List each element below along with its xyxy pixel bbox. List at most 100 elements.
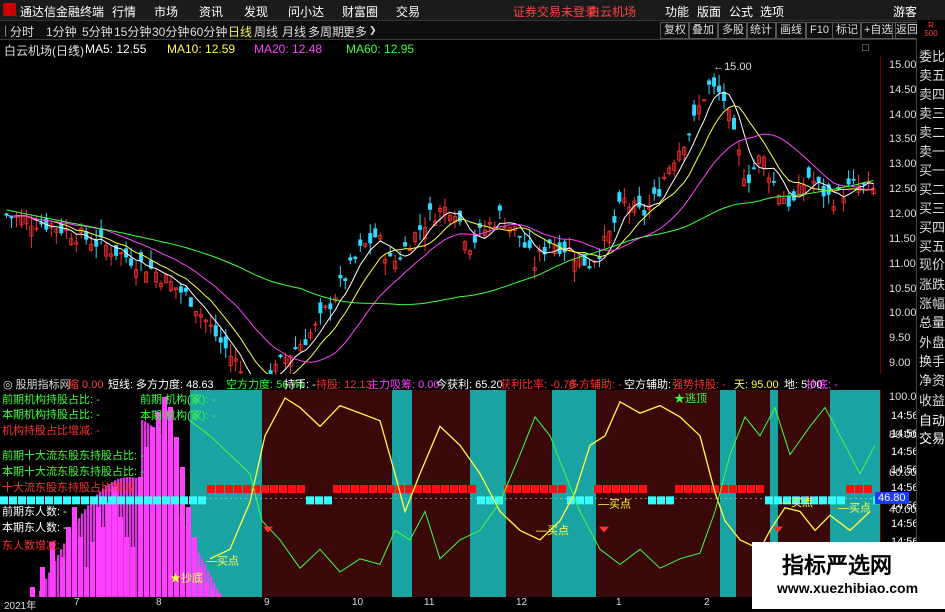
menu-shichang[interactable]: 市场 — [154, 3, 178, 20]
app-name: 通达信金融终端 — [20, 5, 105, 19]
trend-band-block — [702, 485, 710, 494]
candle-body — [293, 347, 298, 350]
candle-body — [597, 256, 602, 259]
candle-body — [786, 195, 791, 207]
trend-band-block — [729, 485, 737, 494]
indicator-bg-region — [506, 390, 552, 597]
btn-tongji[interactable]: 统计 — [746, 22, 776, 39]
watermark-title: 指标严选网 — [782, 553, 893, 578]
trend-band-block — [468, 485, 476, 494]
institution-count-label: 本期 机构(家): - — [140, 410, 216, 422]
side-panel-item-5[interactable]: 卖一 — [919, 141, 945, 160]
side-panel-item-15[interactable]: 外盘 — [919, 332, 945, 351]
candle-body — [9, 216, 14, 219]
side-panel-item-9[interactable]: 买四 — [919, 217, 945, 236]
side-panel-item-14[interactable]: 总量 — [919, 312, 945, 331]
side-panel-item-17[interactable]: 净资 — [919, 370, 945, 389]
menu-zixun[interactable]: 资讯 — [199, 3, 223, 20]
side-panel-item-11[interactable]: 现价 — [919, 254, 945, 273]
candle-body — [403, 242, 408, 247]
trend-band-block — [522, 485, 530, 494]
candle-body — [687, 133, 692, 136]
candle-body — [353, 256, 358, 260]
side-panel-item-8[interactable]: 买三 — [919, 198, 945, 217]
menu-jiaoyi[interactable]: 交易 — [396, 3, 420, 20]
candle-body — [213, 325, 218, 337]
period-weekly[interactable]: 周线 — [254, 23, 278, 40]
trend-band-block — [738, 485, 746, 494]
settings-circle-icon[interactable]: ● — [72, 42, 78, 53]
side-panel-item-0[interactable]: 委比 — [919, 46, 945, 65]
side-panel-item-3[interactable]: 卖三 — [919, 103, 945, 122]
trend-band-block — [648, 496, 656, 505]
trend-band-block — [747, 485, 755, 494]
candle-body — [218, 337, 223, 343]
minimize-icon[interactable]: □ — [862, 42, 869, 54]
trend-band-block — [828, 496, 836, 505]
side-panel-item-12[interactable]: 涨跌 — [919, 274, 945, 293]
trend-band-block — [693, 485, 701, 494]
btn-duogu[interactable]: 多股 — [718, 22, 748, 39]
btn-f10[interactable]: F10 — [806, 22, 833, 39]
period-15min[interactable]: 15分钟 — [114, 23, 151, 40]
btn-diejia[interactable]: 叠加 — [688, 22, 718, 39]
side-panel-item-18[interactable]: 收益 — [919, 390, 945, 409]
holding-stat-label: 前期十大流东股东持股占比: - — [2, 450, 144, 462]
menu-wenxiaoda[interactable]: 问小达 — [288, 3, 324, 20]
trend-band-block — [585, 496, 593, 505]
period-30min[interactable]: 30分钟 — [152, 23, 189, 40]
buy-point-label: —买点 — [598, 498, 631, 511]
side-panel-item-7[interactable]: 买二 — [919, 179, 945, 198]
candle-body — [707, 80, 712, 85]
btn-add-watchlist[interactable]: +自选 — [860, 22, 897, 39]
menu-banmian[interactable]: 版面 — [697, 3, 721, 20]
side-panel-item-6[interactable]: 买一 — [919, 160, 945, 179]
side-panel-item-4[interactable]: 卖二 — [919, 122, 945, 141]
btn-huaxian[interactable]: 画线 — [776, 22, 806, 39]
user-guest[interactable]: 游客 — [893, 3, 917, 20]
toolbar-separator: | — [4, 23, 8, 37]
period-multi[interactable]: 多周期 — [308, 23, 344, 40]
menu-caifuquan[interactable]: 财富圈 — [342, 3, 378, 20]
btn-fuquan[interactable]: 复权 — [660, 22, 690, 39]
price-tick-label: 12.50 — [889, 183, 917, 196]
candle-body — [343, 278, 348, 282]
side-panel-item-1[interactable]: 卖五 — [919, 65, 945, 84]
period-1min[interactable]: 1分钟 — [46, 23, 77, 40]
trade-status-notice[interactable]: 证券交易未登录 — [513, 3, 597, 20]
period-60min[interactable]: 60分钟 — [190, 23, 227, 40]
more-chevron-icon[interactable]: ❯ — [369, 25, 377, 36]
trend-band-block — [369, 485, 377, 494]
ma10-line — [6, 105, 874, 374]
menu-gongneng[interactable]: 功能 — [665, 3, 689, 20]
menu-xuanxiang[interactable]: 选项 — [760, 3, 784, 20]
panel-corner-badge: R 500 — [924, 21, 938, 38]
candle-body — [816, 176, 821, 182]
side-panel-item-2[interactable]: 卖四 — [919, 84, 945, 103]
kline-chart[interactable]: ←15.00←8.32S — [0, 56, 886, 374]
period-fenshi[interactable]: 分时 — [10, 23, 34, 40]
period-daily[interactable]: 日线 — [228, 23, 252, 40]
side-panel-item-16[interactable]: 换手 — [919, 351, 945, 370]
menu-gongshi[interactable]: 公式 — [729, 3, 753, 20]
side-panel-item-19[interactable]: 自动 — [919, 410, 945, 429]
period-5min[interactable]: 5分钟 — [82, 23, 113, 40]
candle-body — [188, 297, 193, 307]
price-tick-label: 14.00 — [889, 108, 917, 121]
time-readout: 14:56 — [891, 410, 919, 422]
trend-band-block — [756, 485, 764, 494]
trend-band-block — [477, 496, 485, 505]
side-panel-item-10[interactable]: 买五 — [919, 236, 945, 255]
period-monthly[interactable]: 月线 — [282, 23, 306, 40]
period-more[interactable]: 更多 — [343, 23, 367, 40]
side-panel-item-20[interactable]: 交易 — [919, 428, 945, 447]
side-panel-item-13[interactable]: 涨幅 — [919, 293, 945, 312]
candle-body — [657, 189, 662, 197]
ma5-label: MA5: 12.55 — [85, 42, 147, 56]
trend-band-block — [423, 485, 431, 494]
trend-band-block — [846, 485, 854, 494]
menu-hangqing[interactable]: 行情 — [112, 3, 136, 20]
btn-biaoji[interactable]: 标记 — [832, 22, 862, 39]
candle-body — [562, 241, 567, 253]
menu-faxian[interactable]: 发现 — [244, 3, 268, 20]
